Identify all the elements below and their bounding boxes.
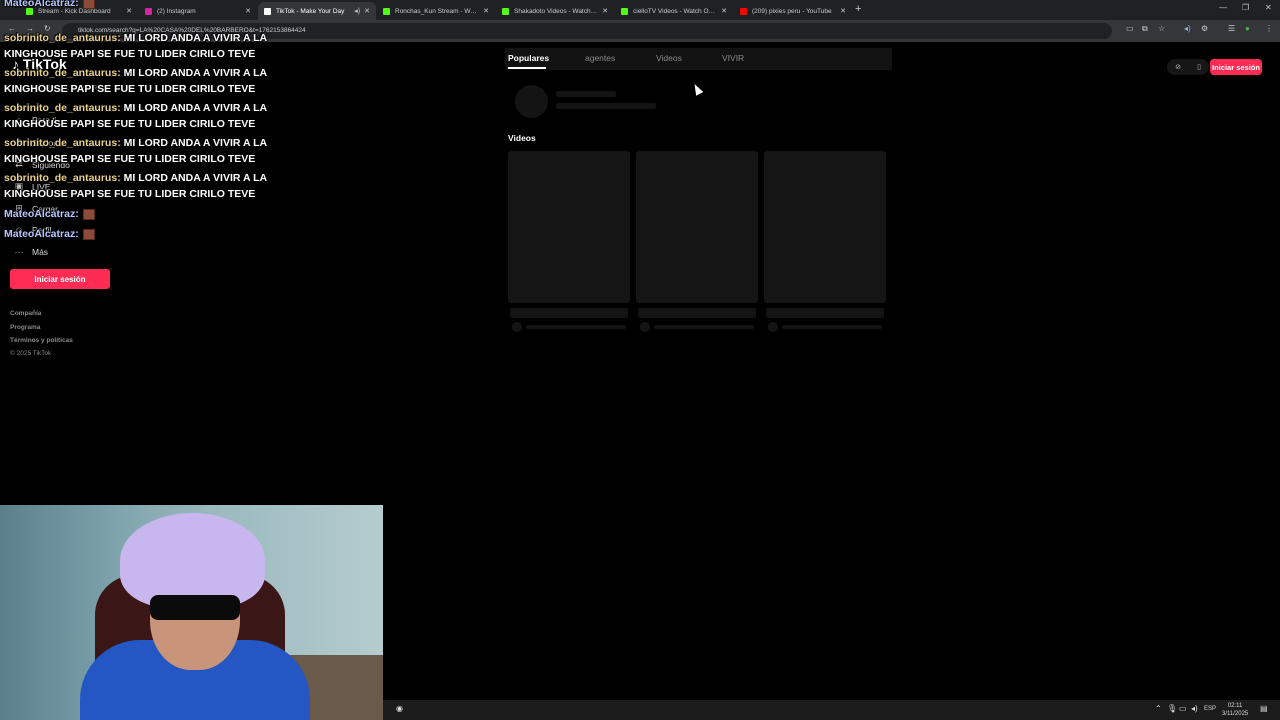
tab-agentes[interactable]: agentes <box>585 53 615 63</box>
kick-favicon-icon <box>621 7 628 15</box>
chat-username: sobrinito_de_antaurus: <box>4 67 121 79</box>
webcam-feed <box>0 505 383 720</box>
video-author-avatar-skeleton <box>640 322 650 332</box>
chat-message: sobrinito_de_antaurus: MI LORD ANDA A VI… <box>4 31 304 62</box>
language-indicator[interactable]: ESP <box>1204 706 1216 712</box>
start-icon[interactable]: ◉ <box>396 704 403 713</box>
streamer-wig <box>120 513 265 608</box>
device-icon[interactable]: ▯ <box>1197 63 1201 71</box>
chat-message: sobrinito_de_antaurus: MI LORD ANDA A VI… <box>4 136 304 167</box>
new-tab-icon[interactable]: + <box>855 3 861 15</box>
video-author-skeleton <box>654 325 754 329</box>
microphone-icon[interactable]: 🎙 <box>1167 704 1177 713</box>
footer-link[interactable]: Términos y políticas <box>10 337 73 344</box>
copyright-text: © 2025 TikTok <box>10 350 52 357</box>
chat-message: sobrinito_de_antaurus: MI LORD ANDA A VI… <box>4 66 304 97</box>
menu-icon[interactable]: ⋮ <box>1265 24 1273 33</box>
login-button-sidebar[interactable]: Iniciar sesión <box>10 269 110 289</box>
chat-message: sobrinito_de_antaurus: MI LORD ANDA A VI… <box>4 101 304 132</box>
video-author-skeleton <box>782 325 882 329</box>
footer-link[interactable]: Programa <box>10 324 40 331</box>
streamer-sunglasses <box>150 595 240 620</box>
tab-title: Ronchas_Kun Stream - Watch Li <box>395 7 479 15</box>
chat-username: MateoAlcatraz: <box>4 208 79 220</box>
speaker-icon[interactable]: ◂) <box>354 7 360 15</box>
chat-username: sobrinito_de_antaurus: <box>4 102 121 114</box>
close-tab-icon[interactable]: ✕ <box>364 7 370 15</box>
chat-username: sobrinito_de_antaurus: <box>4 172 121 184</box>
footer-link[interactable]: Compañía <box>10 310 41 317</box>
system-clock[interactable]: 02:11 3/11/2025 <box>1222 702 1248 718</box>
video-author-avatar-skeleton <box>768 322 778 332</box>
kick-favicon-icon <box>383 7 390 15</box>
chat-message: MateoAlcatraz: <box>4 0 304 12</box>
chat-username: sobrinito_de_antaurus: <box>4 137 121 149</box>
extensions-icon[interactable]: ⚙ <box>1201 24 1208 33</box>
chat-username: MateoAlcatraz: <box>4 228 79 240</box>
browser-tab[interactable]: Shakadoto Videos - Watch On- ✕ <box>496 2 614 20</box>
video-caption-skeleton <box>638 308 756 318</box>
cast-icon[interactable]: ▭ <box>1126 24 1134 33</box>
mouse-cursor-icon <box>691 82 704 96</box>
browser-tab[interactable]: cielloTV Videos - Watch On-De ✕ <box>615 2 733 20</box>
chat-username: MateoAlcatraz: <box>4 0 79 9</box>
tab-title: (209) pixies peru - YouTube <box>752 7 832 15</box>
close-tab-icon[interactable]: ✕ <box>483 7 489 15</box>
youtube-favicon-icon <box>740 7 747 15</box>
emote-icon <box>82 208 95 220</box>
video-card-skeleton <box>764 151 886 303</box>
tray-chevron-icon[interactable]: ⌃ <box>1155 704 1162 713</box>
search-tabs-bar <box>505 48 892 70</box>
nav-label: Más <box>32 247 49 257</box>
browser-tab[interactable]: Ronchas_Kun Stream - Watch Li ✕ <box>377 2 495 20</box>
profile-avatar-icon[interactable]: ● <box>1245 24 1250 33</box>
more-icon: ··· <box>14 247 24 257</box>
chat-message: MateoAlcatraz: <box>4 227 304 243</box>
video-card-skeleton <box>508 151 630 303</box>
restore-icon[interactable]: ❐ <box>1242 3 1249 12</box>
emote-icon <box>82 228 95 240</box>
tab-title: cielloTV Videos - Watch On-De <box>633 7 718 15</box>
network-icon[interactable]: ▭ <box>1179 704 1187 713</box>
close-tab-icon[interactable]: ✕ <box>840 7 846 15</box>
volume-icon[interactable]: ◂) <box>1191 704 1198 713</box>
tab-videos[interactable]: Videos <box>656 53 682 63</box>
account-name-skeleton <box>556 91 616 97</box>
close-tab-icon[interactable]: ✕ <box>721 7 727 15</box>
emote-icon <box>82 0 95 9</box>
close-window-icon[interactable]: ✕ <box>1265 3 1272 12</box>
tab-vivir[interactable]: VIVIR <box>722 53 744 63</box>
browser-tab[interactable]: (209) pixies peru - YouTube ✕ <box>734 2 852 20</box>
translate-icon[interactable]: ⧉ <box>1142 24 1148 34</box>
video-author-skeleton <box>526 325 626 329</box>
audio-icon[interactable]: ◂) <box>1184 24 1191 33</box>
tab-title: Shakadoto Videos - Watch On- <box>514 7 599 15</box>
video-card-skeleton <box>636 151 758 303</box>
close-tab-icon[interactable]: ✕ <box>602 7 608 15</box>
video-caption-skeleton <box>766 308 884 318</box>
windows-taskbar <box>383 700 1280 720</box>
coins-icon[interactable]: ⊘ <box>1175 63 1181 71</box>
tab-populares[interactable]: Populares <box>508 53 549 63</box>
minimize-icon[interactable]: — <box>1219 3 1227 12</box>
nav-item-mas[interactable]: ··· Más <box>12 247 49 257</box>
account-desc-skeleton <box>556 103 656 109</box>
clock-date: 3/11/2025 <box>1222 711 1249 717</box>
chat-message: MateoAlcatraz: <box>4 207 304 223</box>
top-actions: ⊘ ▯ <box>1167 59 1209 75</box>
active-tab-underline <box>508 67 546 69</box>
chat-message: sobrinito_de_antaurus: MI LORD ANDA A VI… <box>4 171 304 202</box>
clock-time: 02:11 <box>1227 703 1243 709</box>
video-author-avatar-skeleton <box>512 322 522 332</box>
account-avatar-skeleton <box>515 85 548 118</box>
tab-search-icon[interactable]: ☰ <box>1228 24 1235 33</box>
chat-username: sobrinito_de_antaurus: <box>4 32 121 44</box>
video-caption-skeleton <box>510 308 628 318</box>
notifications-icon[interactable]: ▤ <box>1260 704 1268 713</box>
videos-heading: Videos <box>508 133 536 143</box>
bookmark-star-icon[interactable]: ☆ <box>1158 24 1165 33</box>
kick-favicon-icon <box>502 7 509 15</box>
login-button-header[interactable]: Iniciar sesión <box>1210 59 1262 75</box>
